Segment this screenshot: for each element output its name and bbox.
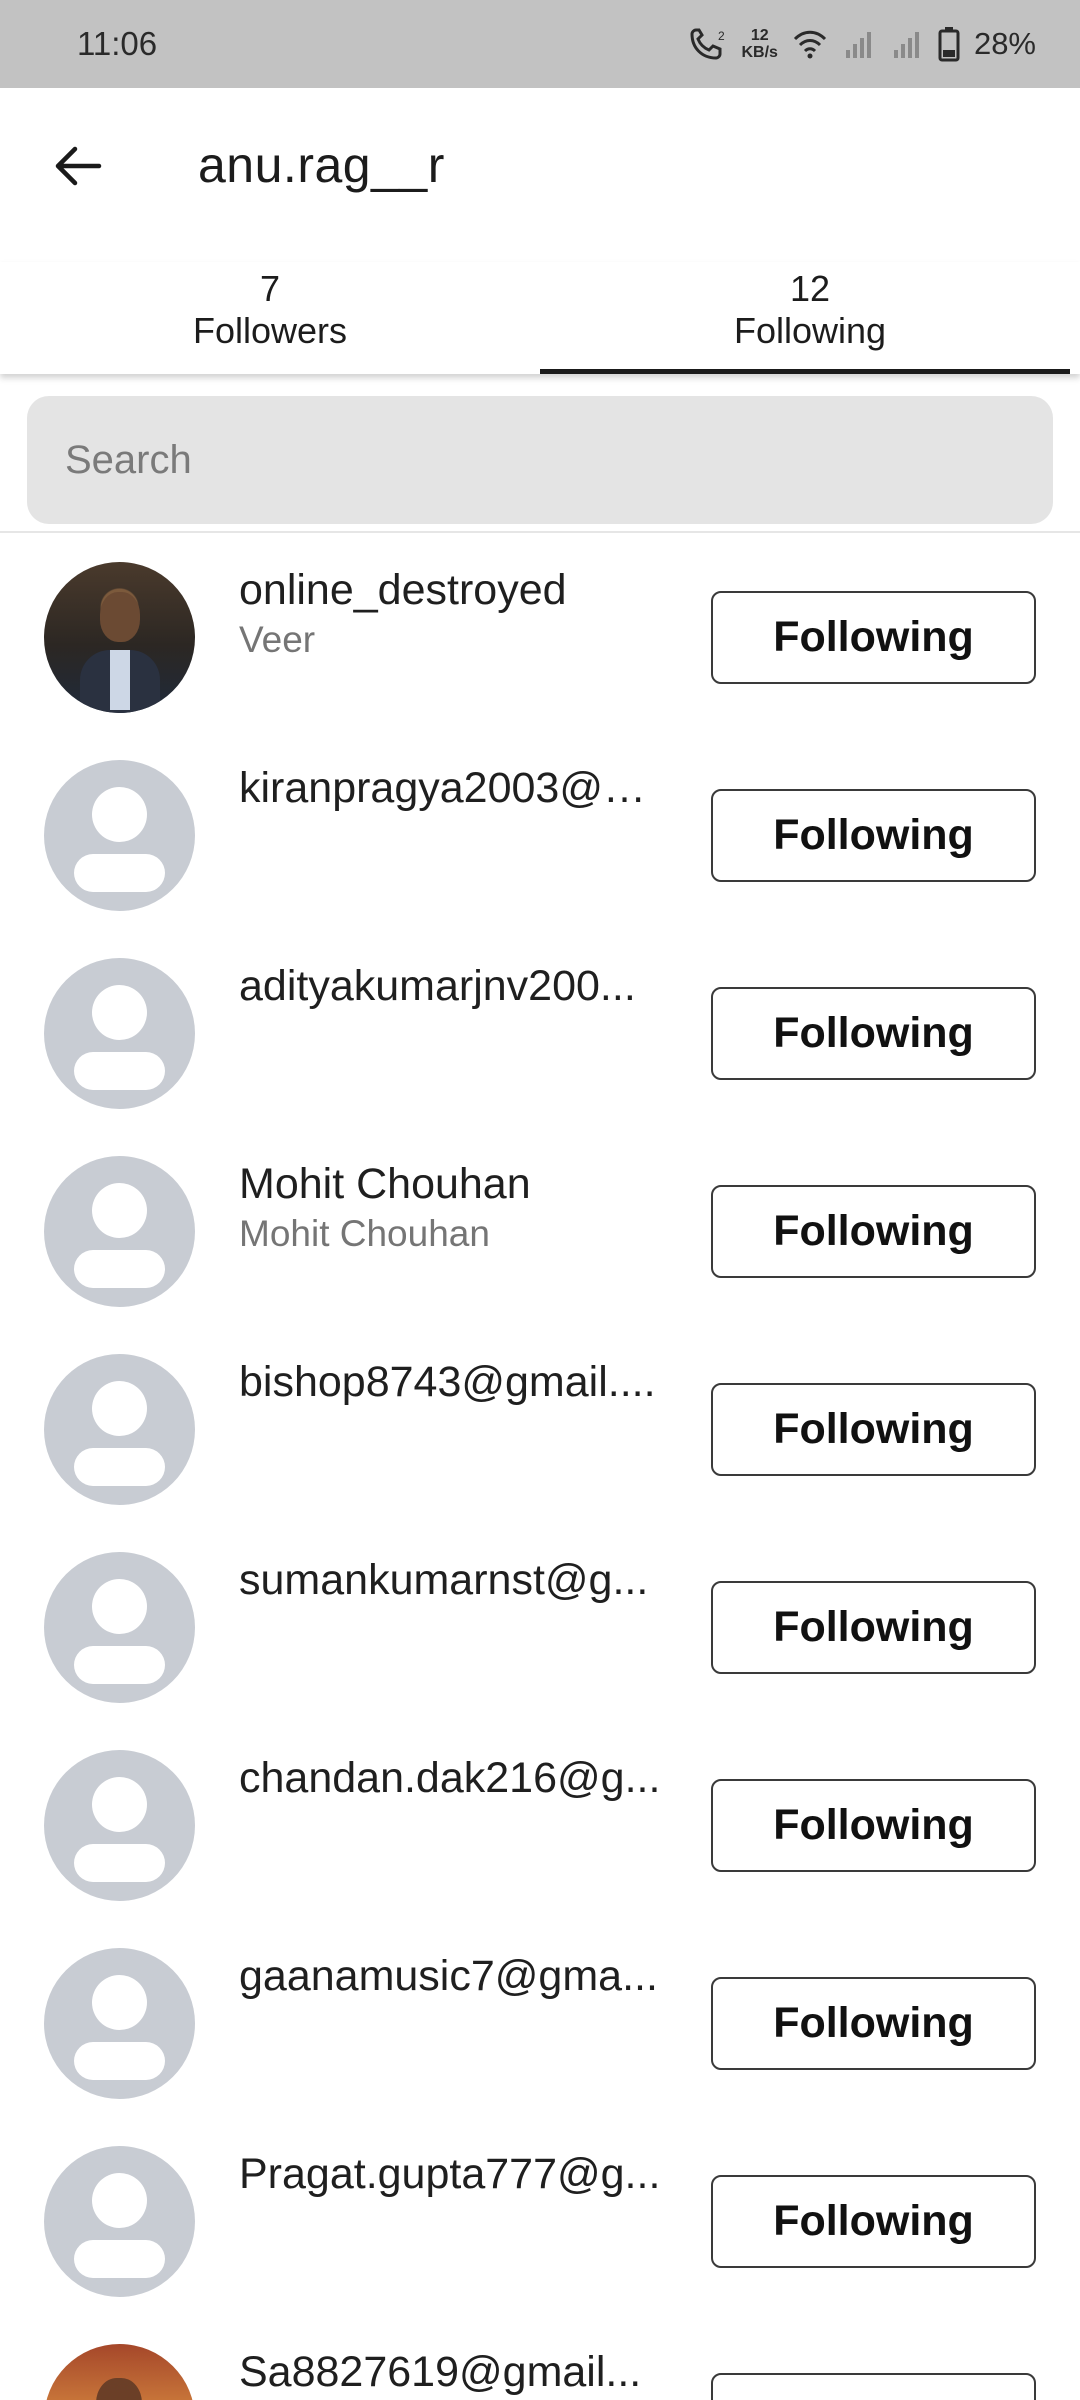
user-display-name: Mohit Chouhan — [239, 1213, 490, 1254]
call-icon: 2 — [688, 26, 728, 62]
following-button[interactable]: Following — [711, 2373, 1036, 2400]
user-handle[interactable]: sumankumarnst@g... — [239, 1554, 661, 1606]
network-speed-unit: KB/s — [741, 44, 778, 61]
user-handle[interactable]: Sa8827619@gmail... — [239, 2346, 661, 2398]
signal-icon — [842, 28, 876, 60]
battery-icon — [938, 26, 960, 62]
user-handle[interactable]: Pragat.gupta777@g... — [239, 2148, 661, 2200]
list-item[interactable]: Pragat.gupta777@g... Following — [0, 2124, 1080, 2322]
search-bar — [27, 396, 1053, 524]
following-button[interactable]: Following — [711, 591, 1036, 684]
search-input[interactable] — [65, 437, 1053, 483]
list-item[interactable]: bishop8743@gmail.... Following — [0, 1332, 1080, 1530]
following-button[interactable]: Following — [711, 2175, 1036, 2268]
following-button[interactable]: Following — [711, 987, 1036, 1080]
svg-text:2: 2 — [718, 29, 725, 43]
followers-count: 7 — [259, 268, 281, 309]
following-label: Following — [733, 310, 887, 351]
user-display-name: Veer — [239, 619, 316, 660]
user-handle[interactable]: gaanamusic7@gma... — [239, 1950, 661, 2002]
list-item[interactable]: gaanamusic7@gma... Following — [0, 1926, 1080, 2124]
follow-tabs: 7 Followers 12 Following — [0, 262, 1080, 374]
following-button[interactable]: Following — [711, 789, 1036, 882]
signal-icon — [890, 28, 924, 60]
user-handle[interactable]: adityakumarjnv200... — [239, 960, 661, 1012]
avatar[interactable] — [44, 1948, 195, 2099]
list-item[interactable]: Mohit Chouhan Mohit Chouhan Following — [0, 1134, 1080, 1332]
following-button[interactable]: Following — [711, 1779, 1036, 1872]
tab-following[interactable]: 12 Following — [540, 262, 1080, 374]
status-bar: 11:06 2 12 KB/s 28% — [0, 0, 1080, 88]
list-item[interactable]: online_destroyed Veer Following — [0, 540, 1080, 738]
avatar[interactable] — [44, 562, 195, 713]
list-item[interactable]: Sa8827619@gmail... Following — [0, 2322, 1080, 2400]
list-item[interactable]: chandan.dak216@g... Following — [0, 1728, 1080, 1926]
back-button[interactable] — [50, 138, 106, 194]
following-count: 12 — [789, 268, 831, 309]
wifi-icon — [792, 28, 828, 60]
following-button[interactable]: Following — [711, 1581, 1036, 1674]
avatar[interactable] — [44, 760, 195, 911]
status-icons: 2 12 KB/s 28% — [688, 26, 1036, 62]
battery-percent: 28% — [973, 26, 1036, 61]
user-handle[interactable]: chandan.dak216@g... — [239, 1752, 661, 1804]
network-speed-value: 12 — [750, 27, 769, 44]
following-button[interactable]: Following — [711, 1185, 1036, 1278]
user-handle[interactable]: kiranpragya2003@g... — [239, 762, 661, 814]
app-header: anu.rag__r — [0, 88, 1080, 248]
divider — [0, 531, 1080, 533]
user-handle[interactable]: online_destroyed — [239, 564, 661, 616]
avatar[interactable] — [44, 1354, 195, 1505]
following-button[interactable]: Following — [711, 1383, 1036, 1476]
followers-label: Followers — [192, 310, 348, 351]
avatar[interactable] — [44, 1156, 195, 1307]
following-button[interactable]: Following — [711, 1977, 1036, 2070]
list-item[interactable]: kiranpragya2003@g... Following — [0, 738, 1080, 936]
tab-followers[interactable]: 7 Followers — [0, 262, 540, 374]
arrow-left-icon — [55, 146, 102, 186]
avatar[interactable] — [44, 2344, 195, 2400]
user-handle[interactable]: bishop8743@gmail.... — [239, 1356, 661, 1408]
user-handle[interactable]: Mohit Chouhan — [239, 1158, 661, 1210]
list-item[interactable]: adityakumarjnv200... Following — [0, 936, 1080, 1134]
network-speed: 12 KB/s — [742, 27, 778, 61]
status-time: 11:06 — [77, 25, 158, 62]
following-list: online_destroyed Veer Following kiranpra… — [0, 540, 1080, 2400]
page-title: anu.rag__r — [198, 137, 445, 193]
list-item[interactable]: sumankumarnst@g... Following — [0, 1530, 1080, 1728]
avatar[interactable] — [44, 1552, 195, 1703]
avatar[interactable] — [44, 958, 195, 1109]
avatar[interactable] — [44, 2146, 195, 2297]
avatar[interactable] — [44, 1750, 195, 1901]
